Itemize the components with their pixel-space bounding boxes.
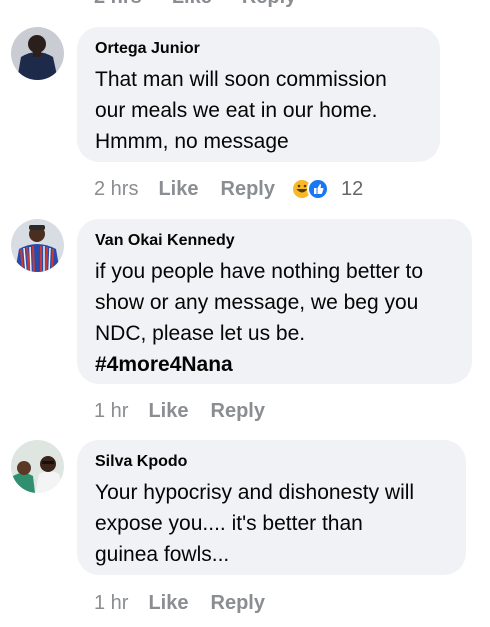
hashtag-link[interactable]: #4more4Nana xyxy=(95,349,454,380)
comment-line: Hmmm, no message xyxy=(95,130,289,153)
previous-comment-time: 2 hrs xyxy=(94,0,142,9)
comment-bubble: Van Okai Kennedy if you people have noth… xyxy=(77,219,472,384)
comment-line: Your hypocrisy and dishonesty will xyxy=(95,481,415,504)
avatar[interactable] xyxy=(11,219,64,272)
comment-line: show or any message, we beg you xyxy=(95,291,419,314)
previous-reply-button[interactable]: Reply xyxy=(242,0,296,9)
like-button[interactable]: Like xyxy=(148,400,188,423)
avatar[interactable] xyxy=(11,440,64,493)
previous-comment-actions: 2 hrs Like Reply xyxy=(94,0,296,9)
reactions-summary[interactable] xyxy=(290,177,331,201)
comment-line: NDC, please let us be. xyxy=(95,322,306,345)
comment-line: That man will soon commission xyxy=(95,68,387,91)
avatar[interactable] xyxy=(11,27,64,80)
comment-timestamp[interactable]: 1 hr xyxy=(94,592,128,615)
comment-actions: 1 hr Like Reply xyxy=(94,588,281,618)
comment-line: guinea fowls... xyxy=(95,543,230,566)
reply-button[interactable]: Reply xyxy=(211,592,265,615)
comment-timestamp[interactable]: 2 hrs xyxy=(94,178,138,201)
like-reaction-icon xyxy=(306,178,329,200)
comment-actions: 1 hr Like Reply xyxy=(94,396,281,426)
comment-text: That man will soon commission our meals … xyxy=(95,64,422,157)
comment-line: our meals we eat in our home. xyxy=(95,99,378,122)
comment-text: if you people have nothing better to sho… xyxy=(95,256,454,380)
avatar-image xyxy=(11,440,64,493)
comment-author[interactable]: Ortega Junior xyxy=(95,39,422,59)
comment-author[interactable]: Silva Kpodo xyxy=(95,452,448,472)
comment-line: if you people have nothing better to xyxy=(95,260,424,283)
previous-like-button[interactable]: Like xyxy=(172,0,212,9)
reaction-count[interactable]: 12 xyxy=(341,178,363,201)
comment-bubble: Silva Kpodo Your hypocrisy and dishonest… xyxy=(77,440,466,575)
avatar-image xyxy=(11,219,64,272)
comments-thread: 2 hrs Like Reply Ortega Junior That man … xyxy=(0,0,490,627)
comment-line: expose you.... it's better than xyxy=(95,512,363,535)
comment-text: Your hypocrisy and dishonesty will expos… xyxy=(95,477,448,570)
like-button[interactable]: Like xyxy=(158,178,198,201)
reply-button[interactable]: Reply xyxy=(221,178,275,201)
avatar-image xyxy=(11,27,64,80)
comment-timestamp[interactable]: 1 hr xyxy=(94,400,128,423)
comment-author[interactable]: Van Okai Kennedy xyxy=(95,231,454,251)
comment-bubble: Ortega Junior That man will soon commiss… xyxy=(77,27,440,162)
like-button[interactable]: Like xyxy=(148,592,188,615)
comment-actions: 2 hrs Like Reply 12 xyxy=(94,174,363,204)
reply-button[interactable]: Reply xyxy=(211,400,265,423)
